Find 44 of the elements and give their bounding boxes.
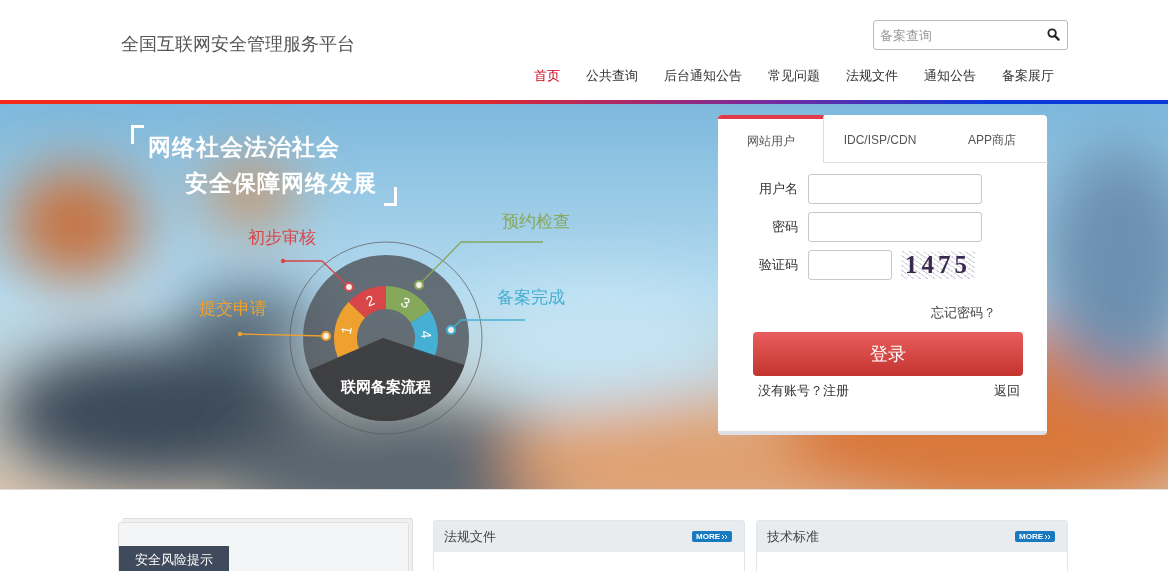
step-number: 1 <box>337 324 355 336</box>
slogan-text: 网络社会法治社会 <box>148 133 340 162</box>
field-label: 用户名 <box>758 180 798 198</box>
nav-link[interactable]: 法规文件 <box>846 67 898 85</box>
login-button[interactable]: 登录 <box>753 332 1023 376</box>
step-label: 预约检查 <box>502 211 570 231</box>
tab[interactable]: IDC/ISP/CDN <box>824 115 936 163</box>
step-number: 2 <box>363 291 377 310</box>
search-field[interactable]: 备案查询 <box>873 20 1068 50</box>
nav-link[interactable]: 后台通知公告 <box>664 67 742 85</box>
step-label: 初步审核 <box>248 227 316 247</box>
captcha-field[interactable] <box>808 250 892 280</box>
password-field[interactable] <box>808 212 982 242</box>
field-label: 密码 <box>771 218 798 236</box>
more-button[interactable]: MORE <box>692 531 733 542</box>
back-link[interactable]: 返回 <box>994 382 1020 400</box>
captcha-image: 1475 <box>901 251 975 279</box>
panel-title: 法规文件 <box>444 527 497 546</box>
register-link[interactable]: 没有账号？注册 <box>758 382 849 400</box>
corner-mark <box>131 125 144 144</box>
panel-title: 技术标准 <box>767 527 820 546</box>
double-chevron-icon[interactable] <box>722 533 729 540</box>
corner-mark <box>384 187 397 206</box>
step-number: 4 <box>418 329 435 340</box>
nav-link[interactable]: 常见问题 <box>768 67 820 85</box>
nav-link[interactable]: 公共查询 <box>586 67 638 85</box>
nav-link[interactable]: 备案展厅 <box>1002 67 1054 85</box>
step-label: 提交申请 <box>199 298 267 318</box>
step-number: 3 <box>398 293 413 312</box>
section-tag: 安全风险提示 <box>119 546 229 571</box>
forgot-password-link[interactable]: 忘记密码？ <box>718 304 996 322</box>
flow-title: 联网备案流程 <box>341 378 431 395</box>
slogan-text: 安全保障网络发展 <box>185 169 377 198</box>
field-label: 验证码 <box>758 256 798 274</box>
step-label: 备案完成 <box>497 287 565 307</box>
search-icon[interactable] <box>1047 28 1060 41</box>
nav-link[interactable]: 首页 <box>534 67 560 85</box>
username-field[interactable] <box>808 174 982 204</box>
tab[interactable]: 网站用户 <box>718 115 824 163</box>
tab[interactable]: APP商店 <box>936 115 1048 163</box>
site-title: 全国互联网安全管理服务平台 <box>121 33 355 56</box>
double-chevron-icon[interactable] <box>1045 533 1051 540</box>
nav-link[interactable]: 通知公告 <box>924 67 976 85</box>
more-button[interactable]: MORE <box>1015 531 1055 542</box>
